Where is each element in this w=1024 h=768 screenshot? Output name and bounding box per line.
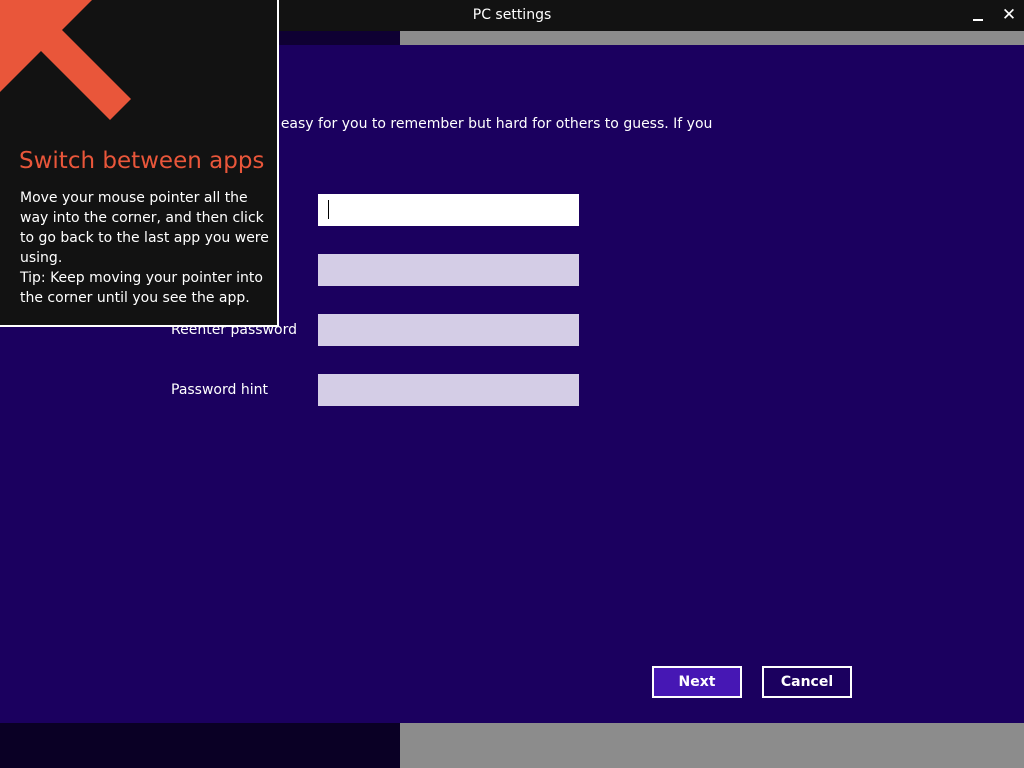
text-caret xyxy=(328,200,329,219)
background-band xyxy=(0,723,400,768)
tip-hint: Tip: Keep moving your pointer into the c… xyxy=(20,270,263,306)
minimize-button[interactable] xyxy=(963,0,993,31)
user-name-input[interactable] xyxy=(318,194,579,226)
minimize-icon xyxy=(973,18,983,21)
background-band xyxy=(400,31,1024,45)
tip-instructions: Move your mouse pointer all the way into… xyxy=(20,190,269,266)
password-input[interactable] xyxy=(318,254,579,286)
password-hint-label: Password hint xyxy=(171,382,268,398)
next-button[interactable]: Next xyxy=(652,666,742,698)
tip-body: Move your mouse pointer all the way into… xyxy=(20,188,270,308)
reenter-password-input[interactable] xyxy=(318,314,579,346)
tip-title: Switch between apps xyxy=(19,148,265,174)
switch-apps-tip-overlay: Switch between apps Move your mouse poin… xyxy=(0,0,279,327)
background-band xyxy=(400,723,1024,768)
close-button[interactable]: ✕ xyxy=(994,0,1024,31)
password-hint-input[interactable] xyxy=(318,374,579,406)
arrow-up-left-icon xyxy=(0,0,131,120)
cancel-button[interactable]: Cancel xyxy=(762,666,852,698)
close-icon: ✕ xyxy=(1001,5,1017,25)
screen: PC settings ✕ er ord that will be easy f… xyxy=(0,0,1024,768)
